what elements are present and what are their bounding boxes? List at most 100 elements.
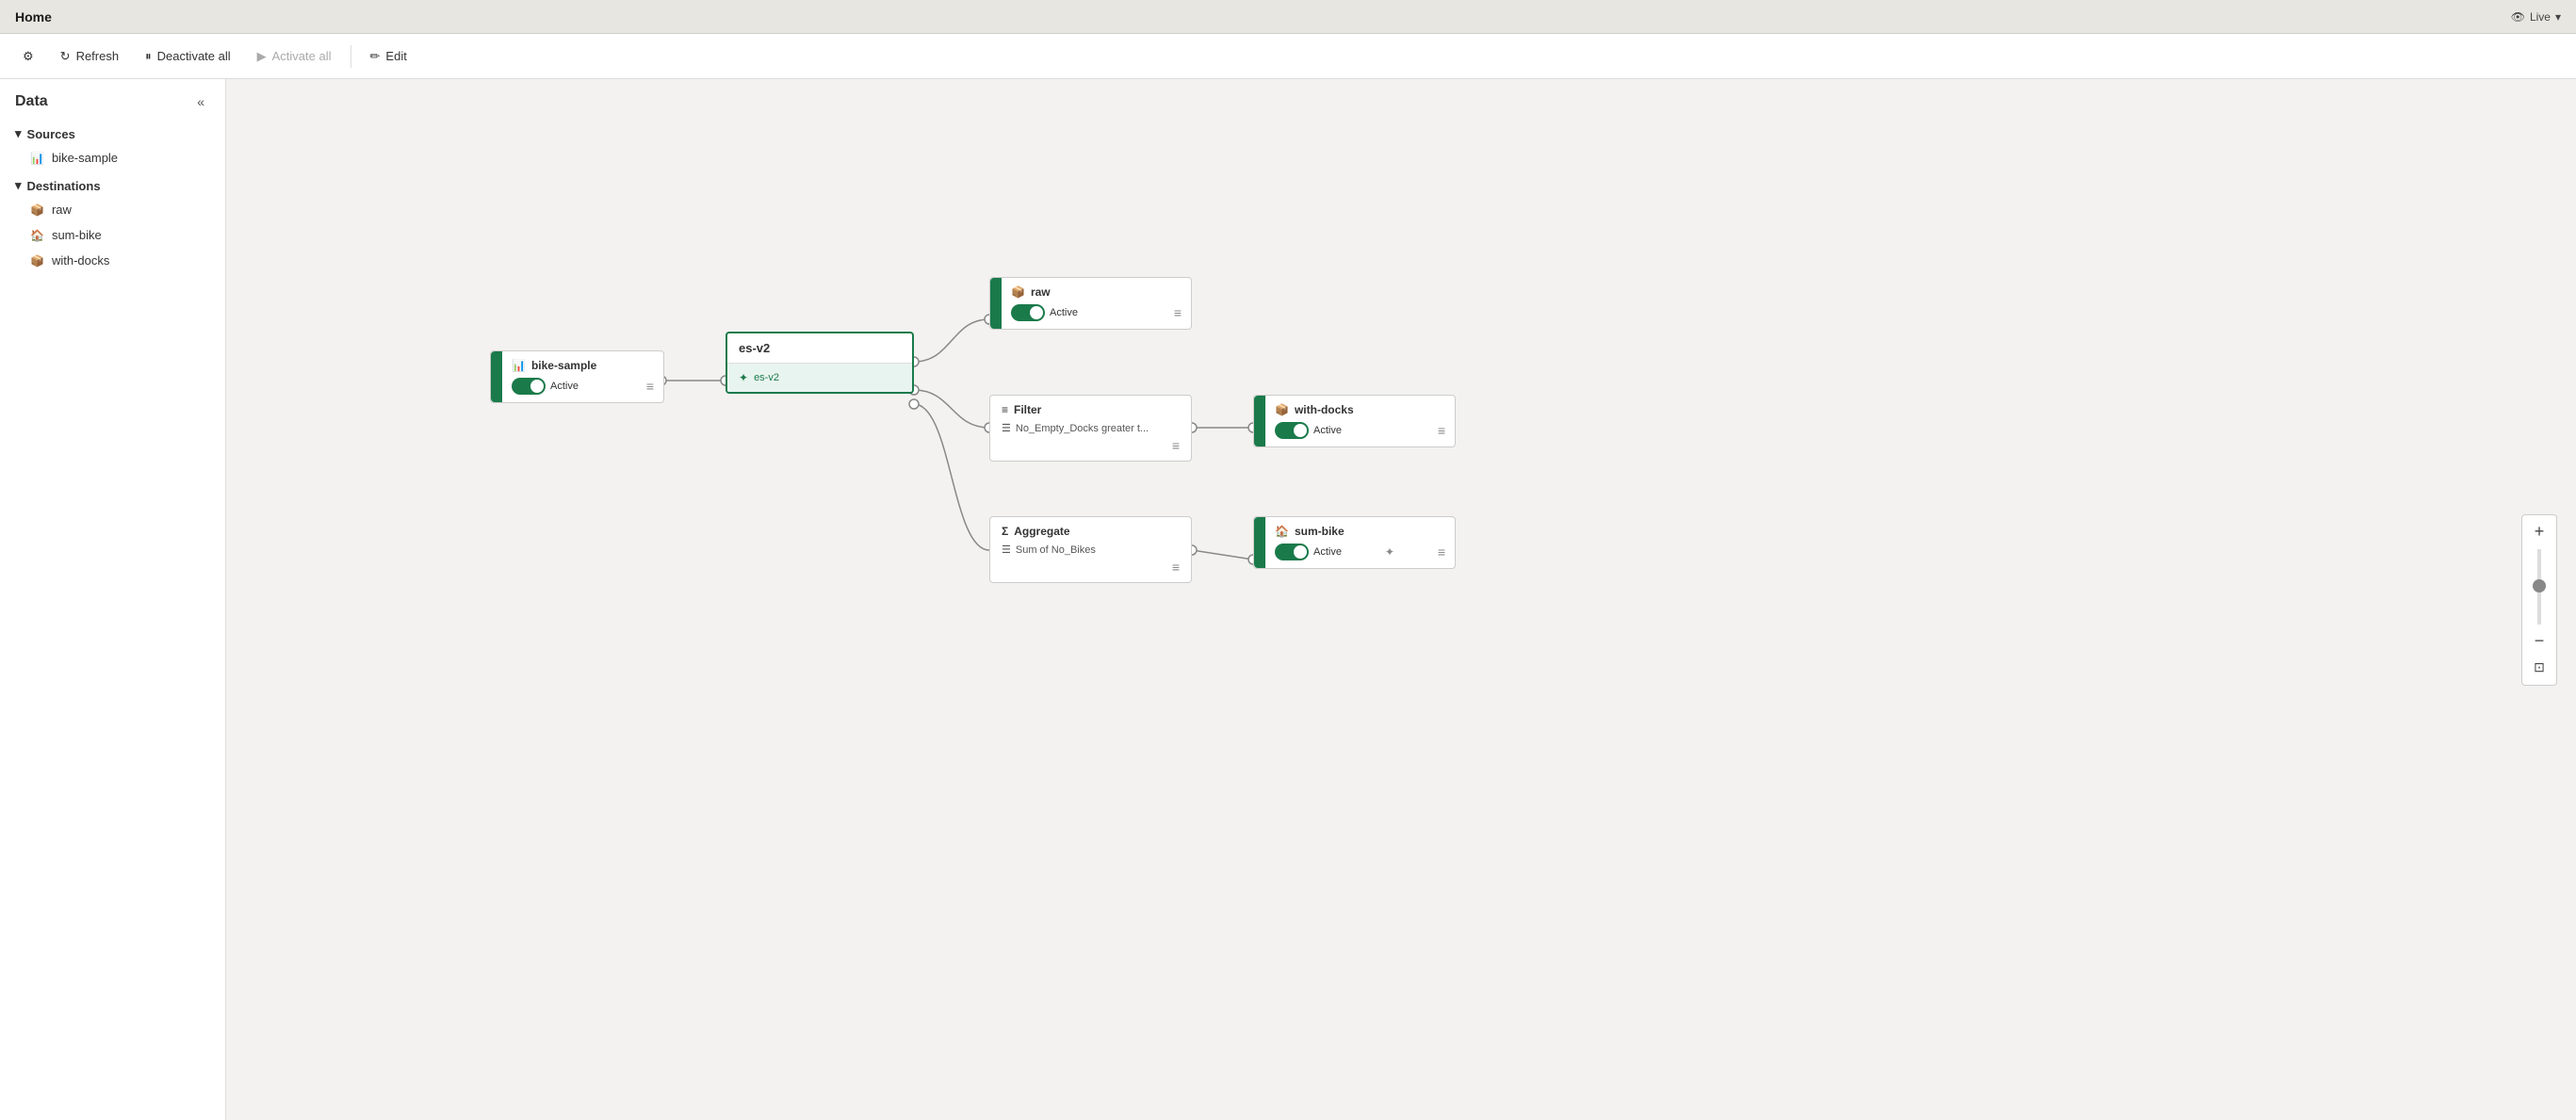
toggle-switch[interactable]: Active [1275,422,1342,439]
edit-icon: ✏ [370,49,381,64]
esv2-body: ✦ es-v2 [727,364,912,392]
raw-icon: 📦 [1011,285,1025,299]
sidebar: Data « ▾ Sources 📊 bike-sample ▾ Destina… [0,79,226,1120]
zoom-controls: + − ⊡ [2521,514,2557,686]
toggle-track[interactable] [512,378,546,395]
zoom-fit-button[interactable]: ⊡ [2526,655,2552,681]
filter-icon: ≡ [1002,403,1008,416]
node-content: 📦 with-docks Active ≡ [1265,396,1455,446]
paint-icon: ✦ [1385,545,1394,559]
node-green-bar [1254,517,1265,568]
toolbar: ⚙ ↻ Refresh ⏸ Deactivate all ▶ Activate … [0,34,2576,79]
toggle-track[interactable] [1275,422,1309,439]
node-content: 📊 bike-sample Active ≡ [502,351,663,402]
deactivate-icon: ⏸ [145,49,152,64]
esv2-node[interactable]: es-v2 ✦ es-v2 [726,332,914,394]
sidebar-source-label: bike-sample [52,151,118,165]
node-content: 🏠 sum-bike Active ✦ ≡ [1265,517,1455,568]
esv2-title: es-v2 [739,341,770,355]
collapse-icon: « [197,94,204,109]
active-label: Active [1313,425,1342,436]
destinations-label: Destinations [27,179,101,193]
zoom-in-button[interactable]: + [2526,519,2552,545]
node-title: 📦 raw [1011,285,1182,299]
sidebar-raw-label: raw [52,203,72,217]
sidebar-item-bike-sample[interactable]: 📊 bike-sample [0,145,225,170]
toggle-switch[interactable]: Active [512,378,579,395]
raw-node[interactable]: 📦 raw Active ≡ [989,277,1192,330]
pipeline-connections [226,79,2576,1120]
active-label: Active [1050,307,1078,318]
aggregate-icon: Σ [1002,525,1008,538]
node-content: 📦 raw Active ≡ [1002,278,1191,329]
sidebar-item-raw[interactable]: 📦 raw [0,197,225,222]
sidebar-item-with-docks[interactable]: 📦 with-docks [0,248,225,273]
chevron-down-icon: ▾ [2555,10,2561,24]
activate-icon: ▶ [257,49,267,64]
node-title: 🏠 sum-bike [1275,525,1445,538]
node-menu-icon[interactable]: ≡ [1438,423,1445,438]
node-menu-icon[interactable]: ≡ [1174,305,1182,320]
node-menu-icon[interactable]: ≡ [646,379,654,394]
eye-icon: 👁 [2511,10,2525,24]
sum-bike-node[interactable]: 🏠 sum-bike Active ✦ ≡ [1253,516,1456,569]
filter-menu[interactable]: ≡ [1002,438,1180,453]
aggregate-title: Σ Aggregate [1002,525,1180,538]
with-docks-node[interactable]: 📦 with-docks Active ≡ [1253,395,1456,447]
node-toggle-row: Active ≡ [1275,422,1445,439]
edit-label: Edit [385,49,406,63]
active-label: Active [550,381,579,392]
sidebar-item-sum-bike[interactable]: 🏠 sum-bike [0,222,225,248]
filter-node[interactable]: ≡ Filter ☰ No_Empty_Docks greater t... ≡ [989,395,1192,462]
settings-icon: ⚙ [23,49,34,64]
chevron-down-icon: ▾ [15,178,22,193]
raw-icon: 📦 [30,203,44,217]
node-green-bar [990,278,1002,329]
sum-bike-icon: 🏠 [30,229,44,242]
chevron-down-icon: ▾ [15,126,22,141]
live-label: Live [2530,10,2551,24]
sum-bike-icon: 🏠 [1275,525,1289,538]
bike-sample-node[interactable]: 📊 bike-sample Active ≡ [490,350,664,403]
zoom-handle[interactable] [2533,579,2546,592]
toggle-thumb [1294,424,1307,437]
active-label: Active [1313,546,1342,558]
with-docks-icon: 📦 [1275,403,1289,416]
edit-button[interactable]: ✏ Edit [359,43,418,70]
deactivate-all-button[interactable]: ⏸ Deactivate all [134,43,242,70]
toggle-track[interactable] [1275,544,1309,560]
toggle-thumb [1030,306,1043,319]
esv2-tag-icon: ✦ [739,371,748,384]
node-menu-icon[interactable]: ≡ [1438,544,1445,560]
toggle-switch[interactable]: Active [1011,304,1078,321]
filter-condition: ☰ No_Empty_Docks greater t... [1002,422,1180,434]
refresh-button[interactable]: ↻ Refresh [49,43,130,70]
activate-label: Activate all [272,49,332,63]
zoom-out-button[interactable]: − [2526,628,2552,655]
sidebar-section-sources[interactable]: ▾ Sources [0,119,225,145]
esv2-header: es-v2 [727,333,912,364]
metric-icon: ☰ [1002,544,1011,556]
chart-icon: 📊 [512,359,526,372]
node-green-bar [1254,396,1265,446]
toggle-thumb [1294,545,1307,559]
sidebar-title: Data [15,93,48,110]
sidebar-section-destinations[interactable]: ▾ Destinations [0,170,225,197]
with-docks-icon: 📦 [30,254,44,268]
deactivate-label: Deactivate all [157,49,231,63]
sidebar-collapse-button[interactable]: « [191,92,210,111]
toggle-switch[interactable]: Active [1275,544,1342,560]
toggle-track[interactable] [1011,304,1045,321]
title-bar: Home 👁 Live ▾ [0,0,2576,34]
live-badge[interactable]: 👁 Live ▾ [2511,10,2561,24]
node-toggle-row: Active ≡ [512,378,654,395]
refresh-icon: ↻ [60,49,71,64]
settings-button[interactable]: ⚙ [11,43,45,70]
activate-all-button[interactable]: ▶ Activate all [246,43,343,70]
canvas-area: 📊 bike-sample Active ≡ es-v2 [226,79,2576,1120]
filter-title: ≡ Filter [1002,403,1180,416]
node-green-bar [491,351,502,402]
aggregate-menu[interactable]: ≡ [1002,560,1180,575]
zoom-slider[interactable] [2537,549,2541,625]
aggregate-node[interactable]: Σ Aggregate ☰ Sum of No_Bikes ≡ [989,516,1192,583]
